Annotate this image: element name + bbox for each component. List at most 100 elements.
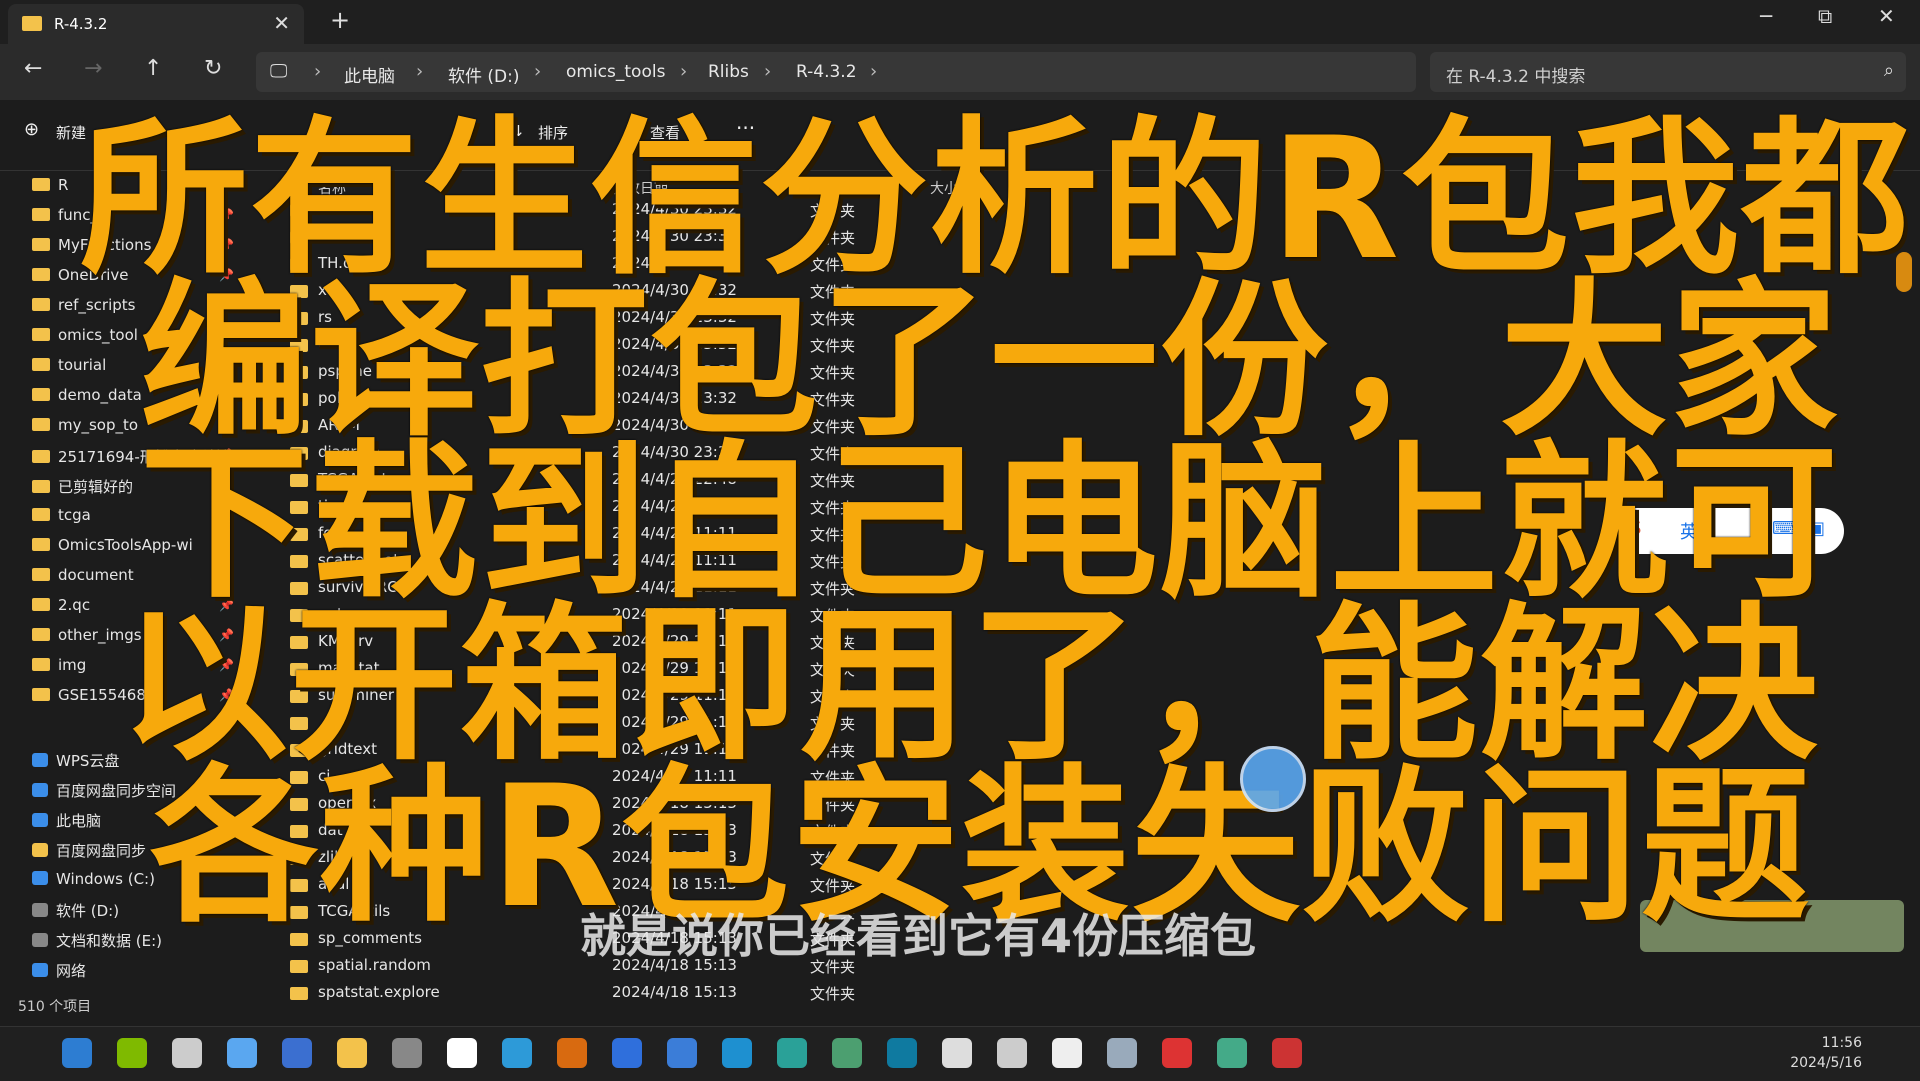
video-caption-overlay: 所有生信分析的R包我都 编译打包了一份，大家 下载到自己电脑上就可 以开箱即用了，能解…: [80, 101, 1912, 931]
taskbar-app-icon[interactable]: [557, 1038, 587, 1068]
taskbar-app-icon[interactable]: [942, 1038, 972, 1068]
caption-line: 下载到自己电脑上就可: [140, 425, 1840, 621]
breadcrumb-separator: ›: [764, 61, 772, 82]
folder-icon: [32, 450, 50, 463]
caption-line: 所有生信分析的R包我都: [80, 101, 1912, 297]
title-bar: R-4.3.2 ✕ + ─ ⧉ ✕: [0, 0, 1920, 44]
taskbar-app-icon[interactable]: [117, 1038, 147, 1068]
taskbar-app-icon[interactable]: [1052, 1038, 1082, 1068]
taskbar-app-icon[interactable]: [337, 1038, 367, 1068]
taskbar-app-icon[interactable]: [1162, 1038, 1192, 1068]
caption-line: 以开箱即用了，能解决: [120, 587, 1820, 783]
breadcrumb-separator: ›: [314, 61, 322, 82]
breadcrumb-rlibs[interactable]: Rlibs: [708, 62, 749, 82]
tab-title: R-4.3.2: [54, 15, 108, 33]
folder-icon: [32, 268, 50, 281]
subtitle-text: 就是说你已经看到它有4份压缩包: [580, 909, 1257, 963]
location-icon: [32, 813, 48, 827]
refresh-button[interactable]: ↻: [204, 56, 222, 81]
folder-icon: [32, 538, 50, 551]
breadcrumb-omics-tools[interactable]: omics_tools: [566, 62, 665, 82]
breadcrumb-r-4-3-2[interactable]: R-4.3.2: [796, 62, 857, 82]
file-date: 2024/4/18 15:13: [612, 983, 737, 1001]
folder-icon: [32, 480, 50, 493]
sidebar-location-label: 文档和数据 (E:): [56, 932, 163, 950]
forward-button[interactable]: →: [84, 56, 102, 81]
sidebar-location-label: 网络: [56, 962, 87, 980]
folder-icon: [32, 508, 50, 521]
taskbar-app-icon[interactable]: [887, 1038, 917, 1068]
breadcrumb-separator: ›: [416, 61, 424, 82]
new-tab-button[interactable]: +: [330, 6, 350, 34]
folder-icon: [32, 178, 50, 191]
folder-icon: [32, 688, 50, 701]
add-icon: ⊕: [24, 119, 40, 140]
folder-icon: [32, 358, 50, 371]
file-name: spatial.random: [318, 956, 431, 974]
taskbar-app-icon[interactable]: [612, 1038, 642, 1068]
location-icon: [32, 871, 48, 885]
sidebar-item-label: R: [58, 176, 69, 194]
taskbar: 11:56 2024/5/16: [0, 1026, 1920, 1081]
mouse-cursor-highlight: [1240, 746, 1306, 812]
location-icon: [32, 783, 48, 797]
up-button[interactable]: ↑: [144, 56, 162, 81]
computer-icon: 🖵: [270, 61, 288, 82]
location-icon: [32, 933, 48, 947]
system-clock[interactable]: 11:56 2024/5/16: [1790, 1033, 1862, 1073]
taskbar-app-icon[interactable]: [1107, 1038, 1137, 1068]
search-input[interactable]: 在 R-4.3.2 中搜索 ⌕: [1430, 52, 1906, 92]
search-placeholder: 在 R-4.3.2 中搜索: [1446, 67, 1586, 87]
taskbar-app-icon[interactable]: [722, 1038, 752, 1068]
taskbar-app-icon[interactable]: [62, 1038, 92, 1068]
maximize-button[interactable]: ⧉: [1818, 4, 1832, 28]
location-icon: [32, 963, 48, 977]
folder-icon: [32, 298, 50, 311]
location-icon: [32, 903, 48, 917]
folder-icon: [32, 628, 50, 641]
taskbar-app-icon[interactable]: [172, 1038, 202, 1068]
close-window-button[interactable]: ✕: [1878, 4, 1895, 28]
folder-icon: [32, 598, 50, 611]
minimize-button[interactable]: ─: [1760, 4, 1772, 28]
item-count: 510 个项目: [18, 999, 92, 1015]
folder-icon: [290, 960, 308, 973]
back-button[interactable]: ←: [24, 56, 42, 81]
taskbar-app-icon[interactable]: [777, 1038, 807, 1068]
tab-r-4-3-2[interactable]: R-4.3.2 ✕: [8, 4, 304, 44]
taskbar-app-icon[interactable]: [832, 1038, 862, 1068]
taskbar-app-icon[interactable]: [1272, 1038, 1302, 1068]
folder-icon: [22, 16, 42, 31]
location-icon: [32, 843, 48, 857]
folder-icon: [32, 388, 50, 401]
taskbar-app-icon[interactable]: [502, 1038, 532, 1068]
breadcrumb-drive-d[interactable]: 软件 (D:): [448, 62, 520, 87]
folder-icon: [32, 568, 50, 581]
location-icon: [32, 753, 48, 767]
folder-icon: [32, 208, 50, 221]
folder-icon: [290, 987, 308, 1000]
address-bar[interactable]: 🖵 › 此电脑 › 软件 (D:) › omics_tools › Rlibs …: [256, 52, 1416, 92]
clock-date: 2024/5/16: [1790, 1055, 1862, 1071]
taskbar-app-icon[interactable]: [997, 1038, 1027, 1068]
sidebar-location[interactable]: 网络: [32, 960, 242, 986]
taskbar-app-icon[interactable]: [392, 1038, 422, 1068]
taskbar-app-icon[interactable]: [1217, 1038, 1247, 1068]
breadcrumb-this-pc[interactable]: 此电脑: [344, 62, 395, 87]
folder-icon: [32, 238, 50, 251]
taskbar-app-icon[interactable]: [227, 1038, 257, 1068]
breadcrumb-separator: ›: [870, 61, 878, 82]
close-tab-button[interactable]: ✕: [273, 11, 290, 35]
breadcrumb-separator: ›: [534, 61, 542, 82]
file-name: spatstat.explore: [318, 983, 440, 1001]
search-icon: ⌕: [1883, 60, 1894, 81]
taskbar-app-icon[interactable]: [282, 1038, 312, 1068]
folder-icon: [32, 328, 50, 341]
file-row[interactable]: spatstat.explore 2024/4/18 15:13 文件夹: [290, 981, 1690, 1007]
taskbar-app-icon[interactable]: [667, 1038, 697, 1068]
folder-icon: [32, 658, 50, 671]
clock-time: 11:56: [1821, 1035, 1862, 1051]
caption-line: 编译打包了一份，大家: [140, 263, 1840, 459]
taskbar-app-icon[interactable]: [447, 1038, 477, 1068]
folder-icon: [32, 418, 50, 431]
